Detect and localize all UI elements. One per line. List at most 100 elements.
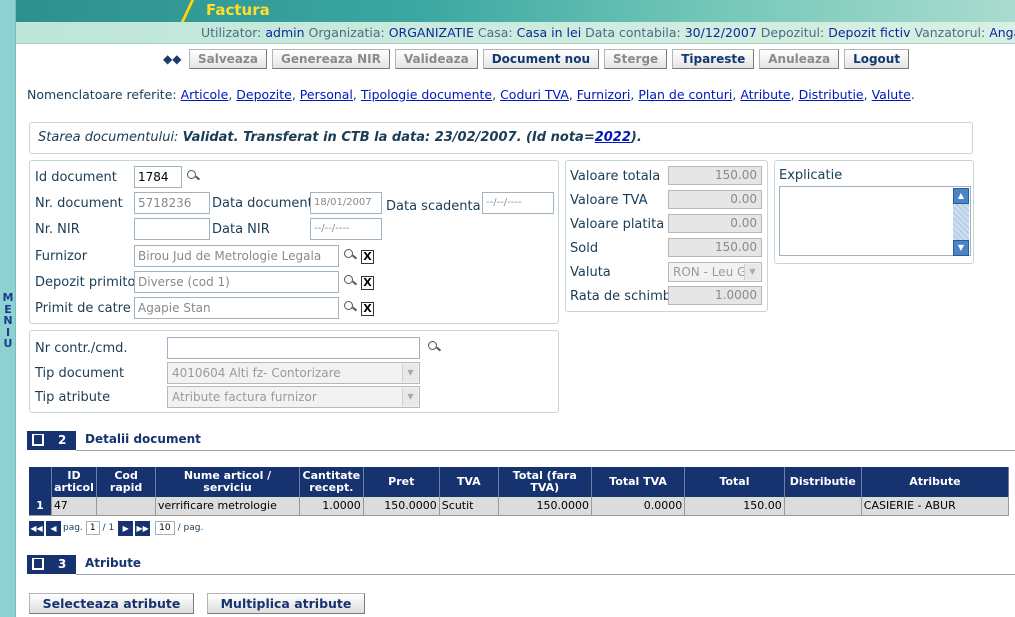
- table-row[interactable]: 1 47 verrificare metrologie 1.0000 150.0…: [29, 497, 1010, 516]
- receiving-warehouse-label: Depozit primitor: [35, 275, 141, 290]
- accounting-note-link[interactable]: 2022: [595, 130, 631, 145]
- menu-label[interactable]: M E N I U: [0, 292, 16, 350]
- search-icon[interactable]: [344, 249, 358, 261]
- cash-value: Casa in lei: [516, 25, 582, 40]
- received-by-field[interactable]: Agapie Stan: [134, 297, 339, 319]
- cash-label: Casa:: [477, 25, 513, 40]
- id-document-field[interactable]: 1784: [134, 166, 182, 188]
- column-header[interactable]: Pret: [363, 467, 440, 497]
- cell-price: 150.0000: [363, 497, 440, 516]
- paid-value-field: 0.00: [668, 214, 762, 233]
- cell-attributes: CASIERIE - ABUR: [861, 497, 1010, 516]
- section-title: Atribute: [85, 556, 142, 570]
- link-atribute[interactable]: Atribute: [740, 87, 790, 102]
- cell-quick-code: [96, 497, 156, 516]
- chevron-down-icon[interactable]: ▼: [402, 388, 418, 406]
- document-type-select[interactable]: 4010604 Alti fz- Contorizare ▼: [167, 362, 420, 384]
- scroll-up-icon[interactable]: ▲: [953, 188, 969, 204]
- cancel-button[interactable]: Anuleaza: [759, 49, 840, 69]
- next-page-icon[interactable]: ▶: [118, 520, 134, 536]
- warehouse-label: Depozitul:: [760, 25, 825, 40]
- section-number: 2: [58, 433, 67, 447]
- section-attributes-header[interactable]: 3 Atribute: [27, 555, 1015, 575]
- chevron-down-icon[interactable]: ▼: [744, 264, 760, 280]
- seller-value: Anga: [989, 25, 1015, 40]
- chevron-down-icon[interactable]: ▼: [402, 364, 418, 382]
- document-number-field[interactable]: 5718236: [134, 192, 210, 214]
- nir-date-field[interactable]: --/--/----: [310, 218, 382, 240]
- prev-page-icon[interactable]: ◀: [46, 520, 61, 536]
- scroll-down-icon[interactable]: ▼: [953, 240, 969, 256]
- link-personal[interactable]: Personal: [300, 87, 353, 102]
- column-header[interactable]: Total (fara TVA): [498, 467, 592, 497]
- print-button[interactable]: Tipareste: [672, 49, 755, 69]
- link-depozite[interactable]: Depozite: [236, 87, 292, 102]
- section-title: Detalii document: [85, 432, 201, 446]
- nir-number-field[interactable]: [134, 218, 210, 240]
- link-valute[interactable]: Valute: [872, 87, 911, 102]
- paid-value-label: Valoare platita: [570, 217, 665, 232]
- user-label: Utilizator:: [201, 25, 262, 40]
- menu-strip[interactable]: M E N I U: [0, 0, 16, 617]
- clear-supplier-icon[interactable]: X: [361, 250, 374, 264]
- state-text: Validat. Transferat in CTB la data: 23/0…: [182, 130, 595, 145]
- column-header[interactable]: ID articol: [51, 467, 98, 497]
- contract-number-label: Nr contr./cmd.: [35, 341, 128, 356]
- cell-vat: Scutit: [439, 497, 499, 516]
- per-page-input[interactable]: 10: [155, 521, 175, 535]
- explanation-textarea[interactable]: ▲ ▼: [779, 186, 971, 256]
- column-header[interactable]: TVA: [439, 467, 499, 497]
- currency-select[interactable]: RON - Leu G ▼: [668, 262, 762, 282]
- link-coduri-tva[interactable]: Coduri TVA: [500, 87, 569, 102]
- navigation-arrows-icon[interactable]: ◆◆: [163, 52, 189, 66]
- explanation-scrollbar[interactable]: ▲ ▼: [953, 188, 969, 256]
- contract-number-field[interactable]: [167, 337, 420, 359]
- column-header[interactable]: Cantitate recept.: [299, 467, 364, 497]
- cell-total: 150.00: [684, 497, 785, 516]
- delete-button[interactable]: Sterge: [604, 49, 668, 69]
- column-header[interactable]: Nume articol / serviciu: [155, 467, 301, 497]
- section-details-header[interactable]: 2 Detalii document: [27, 431, 1015, 451]
- search-icon[interactable]: [187, 170, 201, 182]
- organization-value: ORGANIZATIE: [388, 25, 474, 40]
- generate-nir-button[interactable]: Genereaza NIR: [272, 49, 390, 69]
- exchange-rate-field: 1.0000: [668, 286, 762, 305]
- document-date-label: Data document: [212, 196, 313, 211]
- book-icon: [32, 434, 44, 446]
- document-date-field[interactable]: 18/01/2007: [310, 192, 382, 214]
- section-divider: [76, 574, 1015, 575]
- link-distributie[interactable]: Distributie: [799, 87, 864, 102]
- select-attributes-button[interactable]: Selecteaza atribute: [29, 593, 194, 614]
- cell-total-vat: 0.0000: [591, 497, 686, 516]
- attribute-type-select[interactable]: Atribute factura furnizor ▼: [167, 386, 420, 408]
- first-page-icon[interactable]: ◀◀: [29, 520, 44, 536]
- column-header[interactable]: Total TVA: [591, 467, 686, 497]
- supplier-field[interactable]: Birou Jud de Metrologie Legala: [134, 245, 339, 267]
- logout-button[interactable]: Logout: [844, 49, 910, 69]
- column-header[interactable]: Cod rapid: [96, 467, 156, 497]
- due-date-label: Data scadenta: [386, 199, 481, 214]
- validate-button[interactable]: Valideaza: [394, 49, 478, 69]
- search-icon[interactable]: [428, 341, 442, 353]
- column-header[interactable]: Distributie: [784, 467, 862, 497]
- receiving-warehouse-field[interactable]: Diverse (cod 1): [134, 271, 339, 293]
- column-header[interactable]: Atribute: [861, 467, 1010, 497]
- search-icon[interactable]: [344, 275, 358, 287]
- link-furnizori[interactable]: Furnizori: [577, 87, 631, 102]
- link-articole[interactable]: Articole: [181, 87, 229, 102]
- column-header[interactable]: Total: [684, 467, 785, 497]
- clear-warehouse-icon[interactable]: X: [361, 276, 374, 290]
- page-input[interactable]: 1: [85, 521, 100, 535]
- toolbar: ◆◆ Salveaza Genereaza NIR Valideaza Docu…: [163, 48, 914, 70]
- multiply-attributes-button[interactable]: Multiplica atribute: [207, 593, 365, 614]
- accounting-date-label: Data contabila:: [585, 25, 681, 40]
- link-tipologie-documente[interactable]: Tipologie documente: [361, 87, 492, 102]
- save-button[interactable]: Salveaza: [189, 49, 267, 69]
- document-details-table: ID articol Cod rapid Nume articol / serv…: [29, 467, 1010, 516]
- link-plan-de-conturi[interactable]: Plan de conturi: [638, 87, 732, 102]
- clear-received-by-icon[interactable]: X: [361, 302, 374, 316]
- last-page-icon[interactable]: ▶▶: [135, 520, 151, 536]
- due-date-field[interactable]: --/--/----: [482, 192, 554, 214]
- search-icon[interactable]: [344, 301, 358, 313]
- new-document-button[interactable]: Document nou: [482, 49, 600, 69]
